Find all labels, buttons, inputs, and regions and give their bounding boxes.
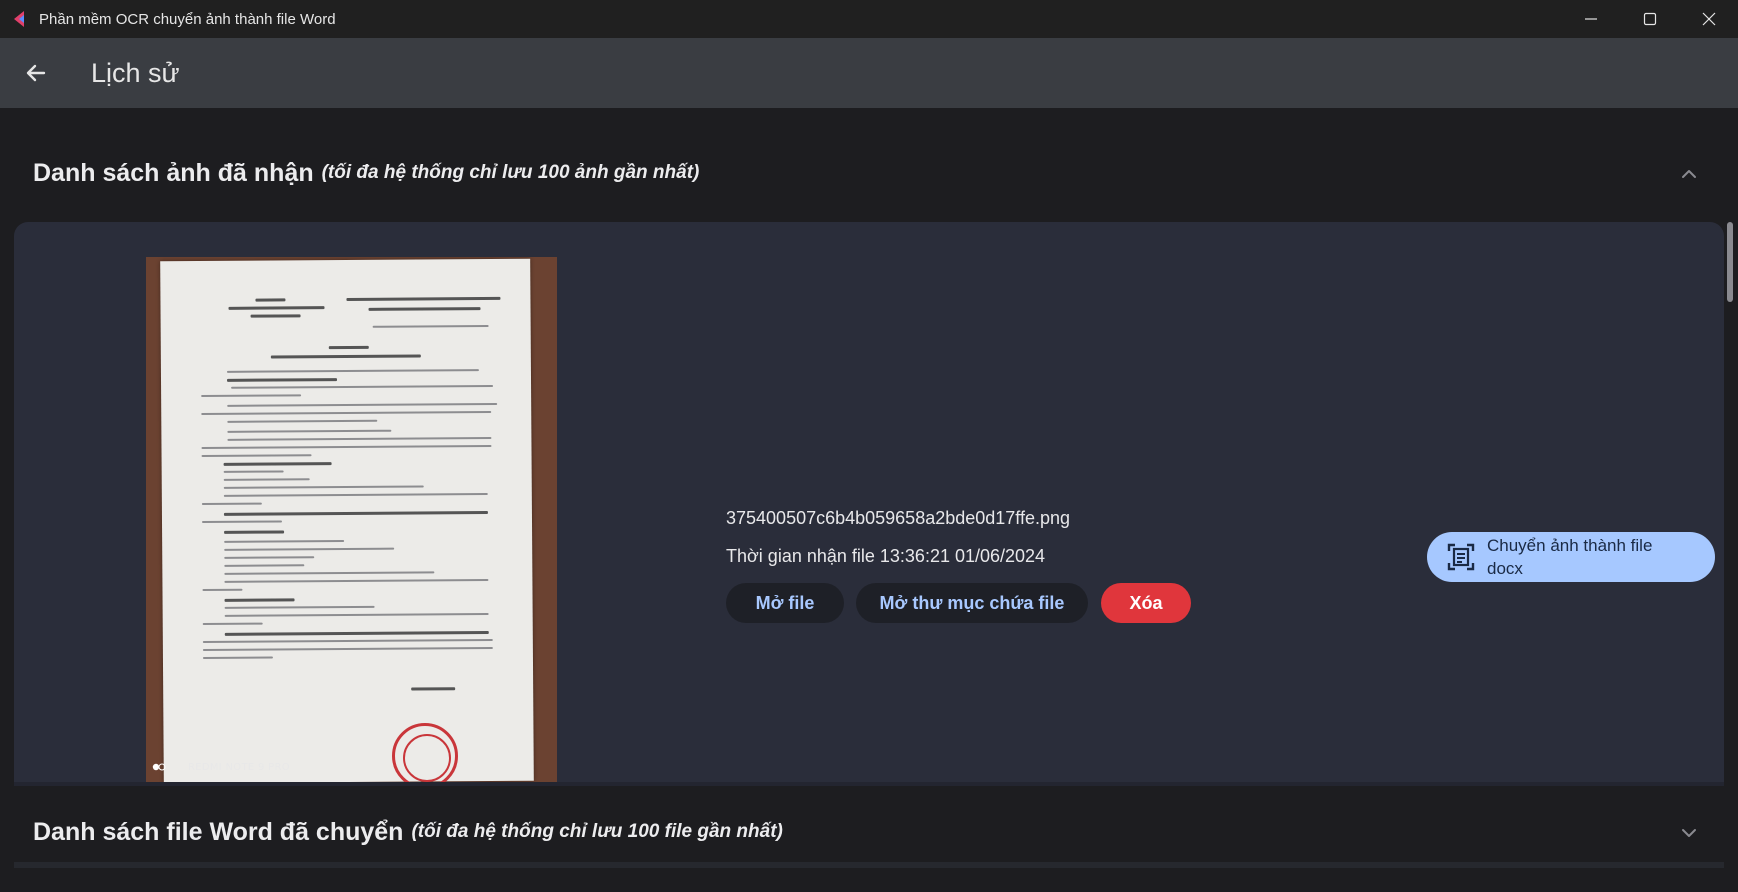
title-bar: Phần mềm OCR chuyển ảnh thành file Word [0, 0, 1738, 38]
received-images-title: Danh sách ảnh đã nhận [33, 158, 314, 187]
chevron-down-icon[interactable] [1678, 822, 1700, 844]
app-bar: Lịch sử [0, 38, 1738, 108]
maximize-icon [1643, 12, 1656, 26]
app-logo-icon [14, 11, 24, 27]
bottom-panel-edge [14, 862, 1724, 868]
window-controls [1561, 0, 1738, 38]
document-scan-icon [1447, 543, 1475, 571]
open-file-button[interactable]: Mở file [726, 583, 844, 623]
camera-watermark-dots-icon [152, 763, 166, 771]
received-time: Thời gian nhận file 13:36:21 01/06/2024 [726, 546, 1046, 566]
file-name: 375400507c6b4b059658a2bde0d17ffe.png [726, 508, 1071, 528]
minimize-icon [1584, 18, 1597, 20]
app-window: Phần mềm OCR chuyển ảnh thành file Word … [0, 0, 1738, 892]
chevron-up-icon[interactable] [1678, 163, 1700, 185]
word-files-header[interactable]: Danh sách file Word đã chuyển (tối đa hệ… [0, 802, 1738, 862]
back-button[interactable] [16, 53, 56, 93]
open-folder-button[interactable]: Mở thư mục chứa file [856, 583, 1088, 623]
page-title: Lịch sử [91, 57, 180, 88]
maximize-button[interactable] [1620, 0, 1679, 38]
document-paper-image [160, 258, 534, 782]
image-card: REDMI NOTE 9 PRO 375400507c6b4b059658a2b… [14, 222, 1724, 782]
scrollbar[interactable] [1724, 108, 1738, 892]
window-title: Phần mềm OCR chuyển ảnh thành file Word [39, 10, 336, 28]
received-images-note: (tối đa hệ thống chỉ lưu 100 ảnh gần nhấ… [321, 162, 700, 183]
convert-button-label: Chuyển ảnh thành file docx [1487, 536, 1653, 578]
word-files-title: Danh sách file Word đã chuyển [33, 817, 404, 846]
delete-button[interactable]: Xóa [1101, 583, 1191, 623]
close-button[interactable] [1679, 0, 1738, 38]
received-images-header[interactable]: Danh sách ảnh đã nhận (tối đa hệ thống c… [0, 143, 1738, 203]
red-stamp [392, 723, 458, 782]
arrow-left-icon [26, 64, 46, 82]
word-files-note: (tối đa hệ thống chỉ lưu 100 file gần nh… [411, 821, 783, 842]
camera-watermark: REDMI NOTE 9 PRO [188, 762, 290, 773]
close-icon [1702, 12, 1715, 26]
convert-to-docx-button[interactable]: Chuyển ảnh thành file docx [1427, 532, 1715, 582]
scrollbar-thumb[interactable] [1727, 222, 1733, 302]
minimize-button[interactable] [1561, 0, 1620, 38]
history-content: Danh sách ảnh đã nhận (tối đa hệ thống c… [0, 108, 1738, 892]
document-thumbnail[interactable]: REDMI NOTE 9 PRO [146, 257, 557, 782]
section-divider [14, 782, 1724, 786]
